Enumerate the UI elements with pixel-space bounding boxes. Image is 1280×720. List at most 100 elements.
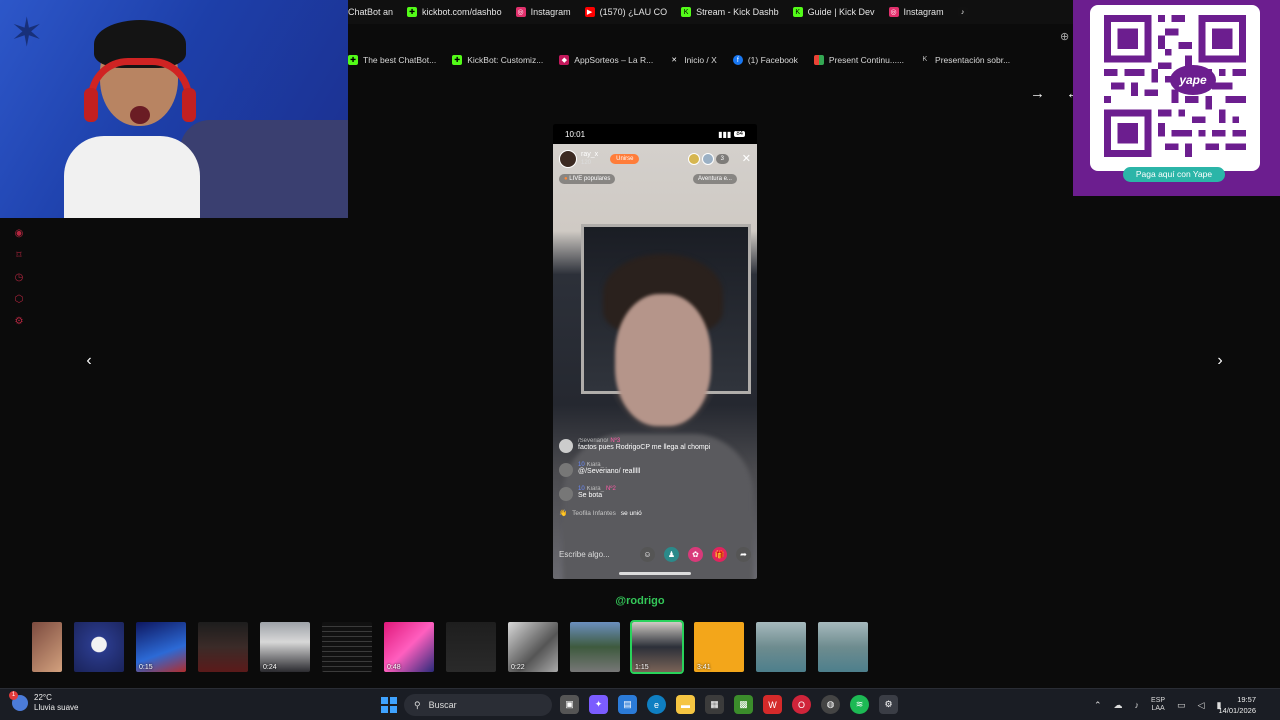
bed [180,120,348,218]
bookmark-present-continuous[interactable]: Present Continu...... [813,55,904,65]
edge-icon[interactable]: e [647,695,666,714]
task-view-icon[interactable]: ▣ [560,695,579,714]
taskbar-search[interactable]: ⚲ Buscar [404,694,552,716]
chat-input[interactable]: Escribe algo... [559,550,631,559]
chrome-icon[interactable]: ◍ [821,695,840,714]
bookmark-facebook[interactable]: f (1) Facebook [732,55,798,65]
tab-kickbot-dashboard[interactable]: ✚ kickbot.com/dashbo [407,7,502,17]
yape-logo: yape [1170,65,1216,95]
signal-icon: ▮▮▮ [718,129,732,139]
settings-icon[interactable]: ⚙ [12,314,26,328]
tab-tiktok[interactable]: ♪ [957,7,968,17]
opera-icon[interactable]: O [792,695,811,714]
chat-username: Kiara_ [586,462,604,468]
bookmark-presentacion[interactable]: Ꮶ Presentación sobr... [920,55,1011,65]
live-chat: /Severiano/ Nº3 factos pues RodrigoCP me… [559,437,749,517]
viewer-avatar [701,153,714,165]
chat-text: Se bota [578,492,603,499]
tab-youtube[interactable]: ▶ (1570) ¿LAU CO [584,7,667,17]
shapes-icon[interactable]: ⬡ [12,292,26,306]
next-chevron-icon[interactable]: › [1210,352,1230,370]
thumbnail[interactable] [74,622,124,672]
system-clock[interactable]: 19:57 14/01/2026 [1218,694,1256,716]
thumbnail[interactable] [322,622,372,672]
live-host-header[interactable]: ray_x 120 Unirse [559,150,640,168]
file-explorer-icon[interactable]: ▬ [676,695,695,714]
effects-icon[interactable]: ✿ [688,546,703,562]
wps-icon[interactable]: W [763,695,782,714]
chat-avatar [559,439,573,453]
zoom-icon[interactable]: ⊕ [1060,30,1069,43]
weather-widget[interactable]: 1 22°C Lluvia suave [9,691,78,713]
microphone-icon[interactable]: ♪ [1135,700,1140,710]
search-icon: ⚲ [414,699,421,710]
thumbnail[interactable] [32,622,62,672]
bookmark-x[interactable]: ✕ Inicio / X [669,55,717,65]
bookmark-appsorteos[interactable]: ◆ AppSorteos – La R... [559,55,653,65]
onedrive-icon[interactable]: ☁ [1114,700,1123,711]
thumbnail-selected[interactable]: 1:15 [630,620,684,674]
chat-username: /Severiano/ [578,438,609,444]
store-icon[interactable]: ▤ [618,695,637,714]
minecraft-icon[interactable]: ▩ [734,695,753,714]
forward-arrow-icon[interactable]: → [1030,85,1045,102]
tab-kick-dashboard[interactable]: K Stream - Kick Dashb [681,7,779,17]
settings-gear-icon[interactable]: ⚙ [879,695,898,714]
taskbar-apps: ▣ ✦ ▤ e ▬ ▦ ▩ W O ◍ ≋ ⚙ [560,695,898,714]
thumbnail[interactable] [570,622,620,672]
thumbnail[interactable] [446,622,496,672]
tab-instagram-2[interactable]: ◎ Instagram [888,7,944,17]
spotify-icon[interactable]: ≋ [850,695,869,714]
kickbot-icon: ✚ [452,55,463,65]
rank-badge: Nº2 [605,486,616,492]
thumbnail[interactable]: 0:15 [136,622,186,672]
wave-icon: 👋 [559,510,568,517]
thumbnail[interactable]: 3:41 [694,622,744,672]
bookmark-kickbot[interactable]: ✚ KickBot: Customiz... [452,55,543,65]
copilot-icon[interactable]: ✦ [589,695,608,714]
chevron-up-icon[interactable]: ⌃ [1094,700,1102,711]
instagram-icon: ◎ [888,7,899,17]
join-button[interactable]: Unirse [610,154,640,164]
joined-text: se unió [620,509,642,517]
thumbnail[interactable] [756,622,806,672]
notification-badge: 1 [9,691,18,700]
appsorteos-icon: ◆ [559,55,570,65]
share-icon[interactable]: ➦ [736,546,751,562]
close-icon[interactable]: ✕ [742,152,751,165]
windows-start-icon[interactable] [381,697,397,713]
viewer-avatar [687,153,700,165]
qr-code: yape [1090,5,1260,171]
viewer-avatars[interactable]: 3 [687,153,729,165]
bookmark-chatbot[interactable]: ✚ The best ChatBot... [348,55,436,65]
yape-pay-label: Paga aquí con Yape [1123,167,1225,182]
volume-icon[interactable]: ◁ [1198,700,1205,711]
thumbnail[interactable] [818,622,868,672]
chat-username: Kiara_ [586,486,604,492]
history-icon[interactable]: ◷ [12,270,26,284]
thumbnail[interactable]: 0:48 [384,622,434,672]
kick-icon: K [681,7,692,17]
target-icon[interactable]: ◉ [12,226,26,240]
thumbnail[interactable]: 0:22 [508,622,558,672]
tab-kick-dev-guide[interactable]: K Guide | Kick Dev [792,7,875,17]
webcam-overlay: ✶ [0,0,348,218]
microsoft-store-icon[interactable]: ▦ [705,695,724,714]
thumbnail[interactable]: 0:24 [260,622,310,672]
gift-icon[interactable]: 🎁 [712,546,727,562]
tab-chatbot[interactable]: ChatBot an [348,7,393,17]
thumbnail[interactable] [198,622,248,672]
tab-instagram[interactable]: ◎ Instagram [515,7,571,17]
language-indicator[interactable]: ESP LAA [1151,697,1165,713]
previous-chevron-icon[interactable]: ‹ [79,352,99,370]
bookmark-icon[interactable]: ⌑ [12,248,26,262]
bookmarks-bar: ✚ The best ChatBot... ✚ KickBot: Customiz.… [348,50,1088,70]
network-icon[interactable]: ▭ [1177,700,1186,711]
host-avatar[interactable] [559,150,577,168]
live-popular-pill[interactable]: ● LIVE populares [559,174,616,184]
guest-icon[interactable]: ♟ [664,546,679,562]
adventure-pill[interactable]: Aventura e... [693,174,737,184]
chat-message: /Severiano/ Nº3 factos pues RodrigoCP me… [559,437,749,453]
emoji-icon[interactable]: ☺ [640,546,655,562]
chat-message: 10 Kiara_ @/Severiano/ realllll [559,461,749,477]
